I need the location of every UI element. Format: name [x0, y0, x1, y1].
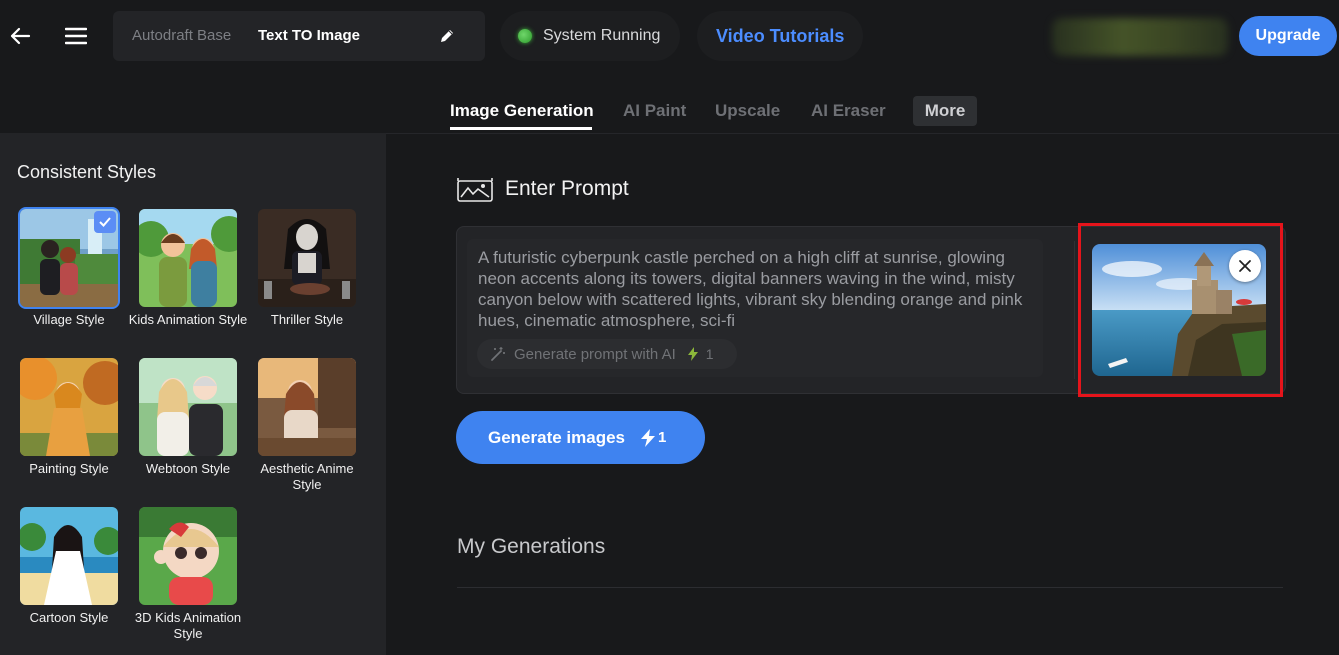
prompt-input-area[interactable]: A futuristic cyberpunk castle perched on…	[467, 239, 1043, 377]
magic-wand-icon	[490, 346, 506, 362]
video-tutorials-label[interactable]: Video Tutorials	[716, 26, 844, 47]
tab-ai-eraser[interactable]: AI Eraser	[811, 101, 886, 121]
tab-image-generation[interactable]: Image Generation	[450, 101, 594, 121]
generate-prompt-credits: 1	[705, 346, 714, 362]
generate-credits-count: 1	[658, 429, 667, 446]
remove-image-button[interactable]	[1229, 250, 1261, 282]
my-generations-heading: My Generations	[457, 535, 606, 558]
style-thumbnail[interactable]	[18, 207, 120, 309]
style-label: Thriller Style	[270, 312, 344, 327]
project-title-box: Autodraft Base Text TO Image	[113, 11, 485, 61]
style-card-webtoon[interactable]: Webtoon Style	[137, 356, 239, 477]
hamburger-menu-icon[interactable]	[62, 22, 90, 50]
style-label: Webtoon Style	[145, 461, 231, 476]
pencil-icon[interactable]	[435, 24, 459, 48]
style-thumbnail[interactable]	[137, 505, 239, 607]
tab-upscale[interactable]: Upscale	[715, 101, 780, 121]
project-name: Text TO Image	[258, 27, 360, 44]
style-card-aesthetic-anime[interactable]: Aesthetic Anime Style	[256, 356, 358, 493]
generate-prompt-label: Generate prompt with AI	[514, 345, 676, 363]
tab-more[interactable]: More	[913, 96, 977, 126]
style-card-thriller[interactable]: Thriller Style	[256, 207, 358, 328]
style-card-3d-kids-animation[interactable]: 3D Kids Animation Style	[135, 505, 241, 642]
generate-credits: 1	[641, 428, 667, 447]
style-thumbnail[interactable]	[18, 356, 120, 458]
project-base-label[interactable]: Autodraft Base	[132, 27, 231, 44]
prompt-textarea[interactable]: A futuristic cyberpunk castle perched on…	[478, 247, 1028, 343]
enter-prompt-heading: Enter Prompt	[505, 177, 629, 200]
status-text: System Running	[543, 27, 661, 44]
generate-images-button[interactable]: Generate images 1	[456, 411, 705, 464]
prompt-separator	[1074, 241, 1075, 379]
image-prompt-icon	[457, 177, 493, 203]
blurred-account-info	[1052, 18, 1228, 56]
sidebar-title: Consistent Styles	[17, 162, 157, 182]
styles-sidebar: Consistent Styles Village Style Kids Ani…	[0, 133, 386, 655]
tab-ai-paint[interactable]: AI Paint	[623, 101, 686, 121]
style-label: Cartoon Style	[29, 610, 109, 625]
style-label: Painting Style	[29, 461, 109, 476]
style-label: 3D Kids Animation Style	[134, 610, 242, 641]
generate-prompt-ai-button[interactable]: Generate prompt with AI 1	[477, 339, 737, 369]
lightning-icon	[641, 428, 656, 447]
tabs-divider	[386, 133, 1339, 134]
video-tutorials-button[interactable]: Video Tutorials	[697, 11, 863, 61]
lightning-icon	[687, 347, 698, 361]
style-thumbnail[interactable]	[137, 356, 239, 458]
style-label: Village Style	[33, 312, 105, 327]
back-arrow-icon[interactable]	[6, 22, 34, 50]
style-thumbnail[interactable]	[137, 207, 239, 309]
my-generations-divider	[457, 587, 1283, 588]
checkmark-icon	[94, 211, 116, 233]
system-status: System Running	[500, 11, 680, 61]
style-thumbnail[interactable]	[256, 207, 358, 309]
style-thumbnail[interactable]	[256, 356, 358, 458]
upgrade-button[interactable]: Upgrade	[1239, 16, 1337, 56]
style-card-village[interactable]: Village Style	[18, 207, 120, 328]
style-label: Kids Animation Style	[128, 312, 248, 327]
generate-images-label: Generate images	[488, 427, 626, 447]
style-thumbnail[interactable]	[18, 505, 120, 607]
status-dot-icon	[518, 29, 532, 43]
style-card-painting[interactable]: Painting Style	[18, 356, 120, 477]
close-icon	[1239, 260, 1251, 272]
style-label: Aesthetic Anime Style	[260, 461, 354, 492]
style-card-kids-animation[interactable]: Kids Animation Style	[129, 207, 247, 328]
style-card-cartoon[interactable]: Cartoon Style	[18, 505, 120, 626]
top-bar: Autodraft Base Text TO Image System Runn…	[0, 0, 1339, 72]
active-tab-indicator	[450, 127, 592, 130]
